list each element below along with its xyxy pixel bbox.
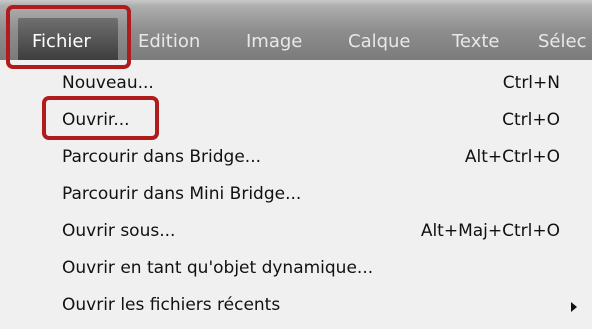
menu-item-label: Ouvrir sous...	[62, 221, 176, 241]
menu-edition[interactable]: Edition	[138, 28, 200, 56]
file-menu-dropdown: Nouveau... Ctrl+N Ouvrir... Ctrl+O Parco…	[0, 60, 592, 329]
menu-item-label: Ouvrir...	[62, 110, 130, 130]
menu-item-label: Ouvrir les fichiers récents	[62, 295, 281, 315]
submenu-arrow-icon	[571, 302, 577, 312]
menu-item-parcourir-mini-bridge[interactable]: Parcourir dans Mini Bridge...	[0, 178, 592, 215]
photoshop-screenshot: Fichier Edition Image Calque Texte Sélec…	[0, 0, 592, 329]
menu-item-fichiers-recents[interactable]: Ouvrir les fichiers récents	[0, 289, 592, 326]
menu-item-objet-dynamique[interactable]: Ouvrir en tant qu'objet dynamique...	[0, 252, 592, 289]
menu-item-ouvrir-sous[interactable]: Ouvrir sous... Alt+Maj+Ctrl+O	[0, 215, 592, 252]
menu-item-shortcut: Alt+Ctrl+O	[464, 147, 560, 167]
menu-item-label: Parcourir dans Bridge...	[62, 147, 262, 167]
menu-item-ouvrir[interactable]: Ouvrir... Ctrl+O	[0, 104, 592, 141]
menu-fichier[interactable]: Fichier	[32, 28, 91, 56]
menu-item-label: Ouvrir en tant qu'objet dynamique...	[62, 258, 374, 278]
menu-texte[interactable]: Texte	[452, 28, 499, 56]
menu-item-nouveau[interactable]: Nouveau... Ctrl+N	[0, 67, 592, 104]
menu-item-shortcut: Ctrl+O	[502, 110, 560, 130]
menu-item-parcourir-bridge[interactable]: Parcourir dans Bridge... Alt+Ctrl+O	[0, 141, 592, 178]
menu-item-label: Parcourir dans Mini Bridge...	[62, 184, 302, 204]
menu-calque[interactable]: Calque	[348, 28, 411, 56]
menu-image[interactable]: Image	[246, 28, 302, 56]
menu-selection[interactable]: Sélec	[538, 28, 586, 56]
menu-item-label: Nouveau...	[62, 73, 154, 93]
menu-item-shortcut: Alt+Maj+Ctrl+O	[420, 221, 560, 241]
menu-item-shortcut: Ctrl+N	[502, 73, 560, 93]
